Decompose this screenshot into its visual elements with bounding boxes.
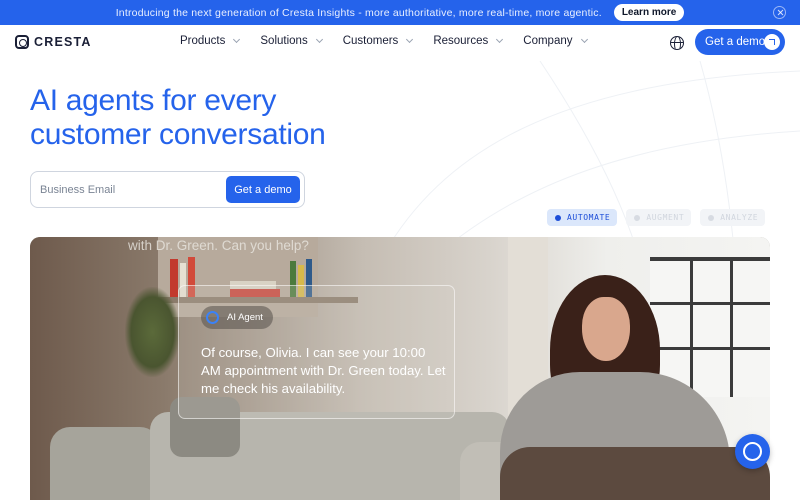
person-legs <box>500 447 770 500</box>
globe-icon[interactable] <box>670 36 684 50</box>
nav-item-label: Customers <box>342 35 399 47</box>
tab-label: ANALYZE <box>720 213 759 222</box>
nav-item-label: Company <box>523 35 573 47</box>
mode-tabs: AUTOMATE AUGMENT ANALYZE <box>547 209 774 226</box>
nav-item-label: Products <box>180 35 226 47</box>
hero-video[interactable]: with Dr. Green. Can you help? AI Agent O… <box>30 237 770 500</box>
email-signup-form: Get a demo <box>30 171 305 208</box>
get-demo-nav-button[interactable]: Get a demo <box>695 29 785 55</box>
ai-agent-message-card: AI Agent Of course, Olivia. I can see yo… <box>178 285 455 419</box>
analyze-dot-icon <box>708 214 715 221</box>
cresta-logo-icon <box>15 35 29 49</box>
chevron-down-icon <box>233 35 241 44</box>
logo[interactable]: CRESTA <box>15 35 92 49</box>
nav-item-solutions[interactable]: Solutions <box>260 35 323 47</box>
arrow-up-right-icon <box>764 34 780 50</box>
plant <box>125 287 180 377</box>
nav-menu: Products Solutions Customers Resources C… <box>180 35 608 47</box>
nav-item-customers[interactable]: Customers <box>342 35 414 47</box>
tab-automate[interactable]: AUTOMATE <box>547 209 618 226</box>
tab-analyze[interactable]: ANALYZE <box>700 209 766 226</box>
nav-item-resources[interactable]: Resources <box>433 35 504 47</box>
logo-text: CRESTA <box>34 35 92 49</box>
close-icon[interactable] <box>773 6 786 19</box>
tab-label: AUGMENT <box>646 213 685 222</box>
armchair <box>50 427 160 500</box>
announcement-banner: Introducing the next generation of Crest… <box>0 0 800 25</box>
ai-agent-badge: AI Agent <box>201 306 273 329</box>
chat-launcher-icon <box>743 442 762 461</box>
ai-agent-message: Of course, Olivia. I can see your 10:00 … <box>201 345 446 396</box>
nav-item-label: Solutions <box>260 35 308 47</box>
get-demo-submit-button[interactable]: Get a demo <box>226 176 300 203</box>
chevron-down-icon <box>406 35 414 44</box>
automate-dot-icon <box>555 214 561 221</box>
previous-message-text: with Dr. Green. Can you help? <box>128 238 309 253</box>
chevron-down-icon <box>496 35 504 44</box>
learn-more-button[interactable]: Learn more <box>613 4 685 21</box>
nav-item-label: Resources <box>433 35 489 47</box>
nav-item-company[interactable]: Company <box>523 35 588 47</box>
main-nav: CRESTA Products Solutions Customers Reso… <box>0 25 800 61</box>
ai-agent-icon <box>206 311 219 324</box>
nav-item-products[interactable]: Products <box>180 35 241 47</box>
hero-title: AI agents for every customer conversatio… <box>30 84 326 152</box>
tab-augment[interactable]: AUGMENT <box>626 209 692 226</box>
banner-text: Introducing the next generation of Crest… <box>115 6 602 19</box>
chevron-down-icon <box>315 35 323 44</box>
ai-agent-label: AI Agent <box>227 312 263 323</box>
person-face <box>582 297 630 361</box>
tab-label: AUTOMATE <box>567 213 611 222</box>
chat-launcher-button[interactable] <box>735 434 770 469</box>
chevron-down-icon <box>580 35 588 44</box>
get-demo-nav-label: Get a demo <box>705 36 766 48</box>
hero-title-line2: customer conversation <box>30 118 326 151</box>
augment-dot-icon <box>634 214 641 221</box>
hero-title-line1: AI agents for every <box>30 84 277 117</box>
business-email-input[interactable] <box>40 181 220 199</box>
